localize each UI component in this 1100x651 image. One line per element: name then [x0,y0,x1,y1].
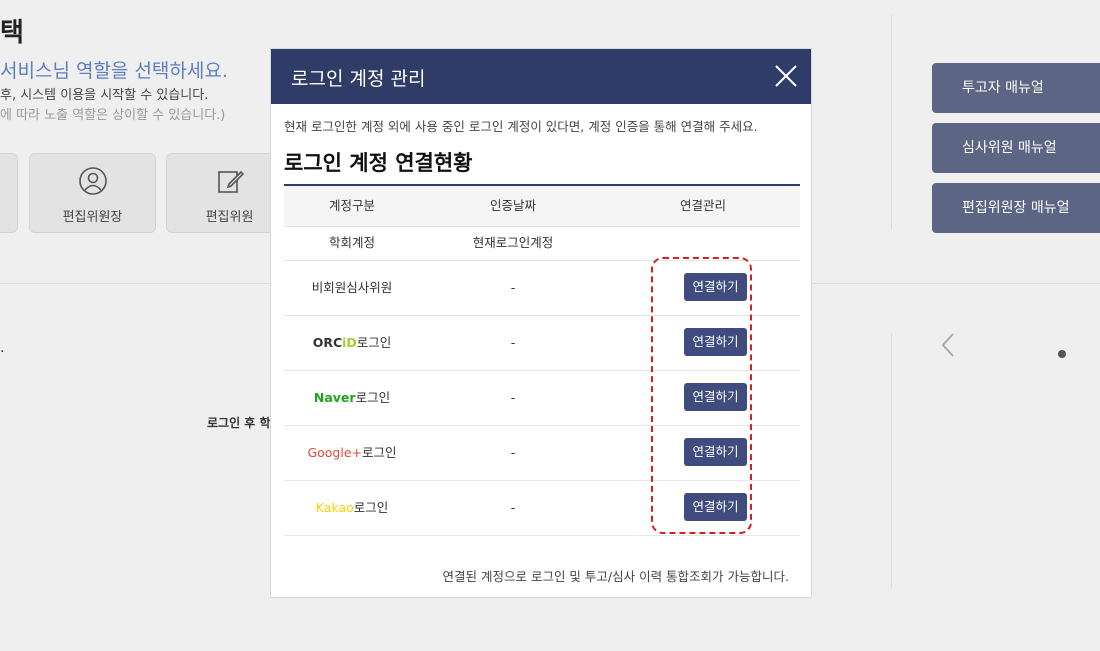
account-type: 비회원심사위원 [311,280,393,295]
modal-header: 로그인 계정 관리 [271,49,811,104]
close-icon[interactable] [773,63,799,89]
login-suffix: 로그인 [356,335,392,350]
edit-icon [217,170,244,193]
account-type: Kakao로그인 [284,480,420,535]
kakao-logo-text: Kakao [315,500,354,515]
chevron-left-icon[interactable] [938,330,960,360]
carousel-dot[interactable] [1058,350,1066,358]
account-type: Google+로그인 [284,425,420,480]
user-icon [78,167,107,195]
column-header-account-type: 계정구분 [328,198,375,213]
orcid-logo-text: ORC [312,335,343,350]
auth-date: - [510,445,516,460]
login-suffix: 로그인 [362,445,397,460]
auth-date: - [510,335,516,350]
auth-date: - [510,500,516,515]
role-card-label: 편집위원장 [62,210,123,225]
auth-date: - [510,390,516,405]
role-card-partial[interactable] [0,153,18,233]
column-header-connection: 연결관리 [679,198,726,213]
login-suffix: 로그인 [353,500,389,515]
account-type: ORCiD로그인 [284,315,420,370]
reviewer-manual-button[interactable]: 심사위원 매뉴얼 [932,123,1100,173]
login-suffix: 로그인 [355,390,391,405]
modal-title: 로그인 계정 관리 [291,68,426,90]
section-divider [0,283,270,284]
editor-in-chief-manual-button[interactable]: 편집위원장 매뉴얼 [932,183,1100,233]
account-type: 학회계정 [328,235,375,250]
page-title: 택 [0,18,24,48]
account-type: Naver로그인 [284,370,420,425]
highlight-box [651,257,752,534]
modal-intro-text: 현재 로그인한 계정 외에 사용 중인 로그인 계정이 있다면, 계정 인증을 … [284,119,758,134]
google-logo-text: Google+ [307,445,363,460]
role-select-note: 에 따라 노출 역할은 상이할 수 있습니다.) [0,108,226,123]
login-note: 로그인 후 학 [207,416,271,430]
column-divider [891,333,892,588]
section-divider [812,283,1100,284]
table-row: 학회계정 현재로그인계정 [284,226,800,261]
auth-date: - [510,280,516,295]
role-select-heading: 서비스님 역할을 선택하세요. [0,60,228,82]
naver-logo-text: Naver [313,390,356,405]
role-select-description: 후, 시스템 이용을 시작할 수 있습니다. [0,88,209,103]
column-header-auth-date: 인증날짜 [489,198,536,213]
column-divider [891,15,892,230]
modal-footer-note: 연결된 계정으로 로그인 및 투고/심사 이력 통합조회가 가능합니다. [442,569,790,584]
author-manual-button[interactable]: 투고자 매뉴얼 [932,63,1100,113]
section-title: 로그인 계정 연결현황 [284,151,473,175]
orcid-logo-id: iD [342,335,357,350]
role-card-editor-in-chief[interactable]: 편집위원장 [29,153,156,233]
auth-date: 현재로그인계정 [472,235,554,250]
section-marker: . [0,340,5,356]
table-header: 계정구분 인증날짜 연결관리 [284,186,800,227]
